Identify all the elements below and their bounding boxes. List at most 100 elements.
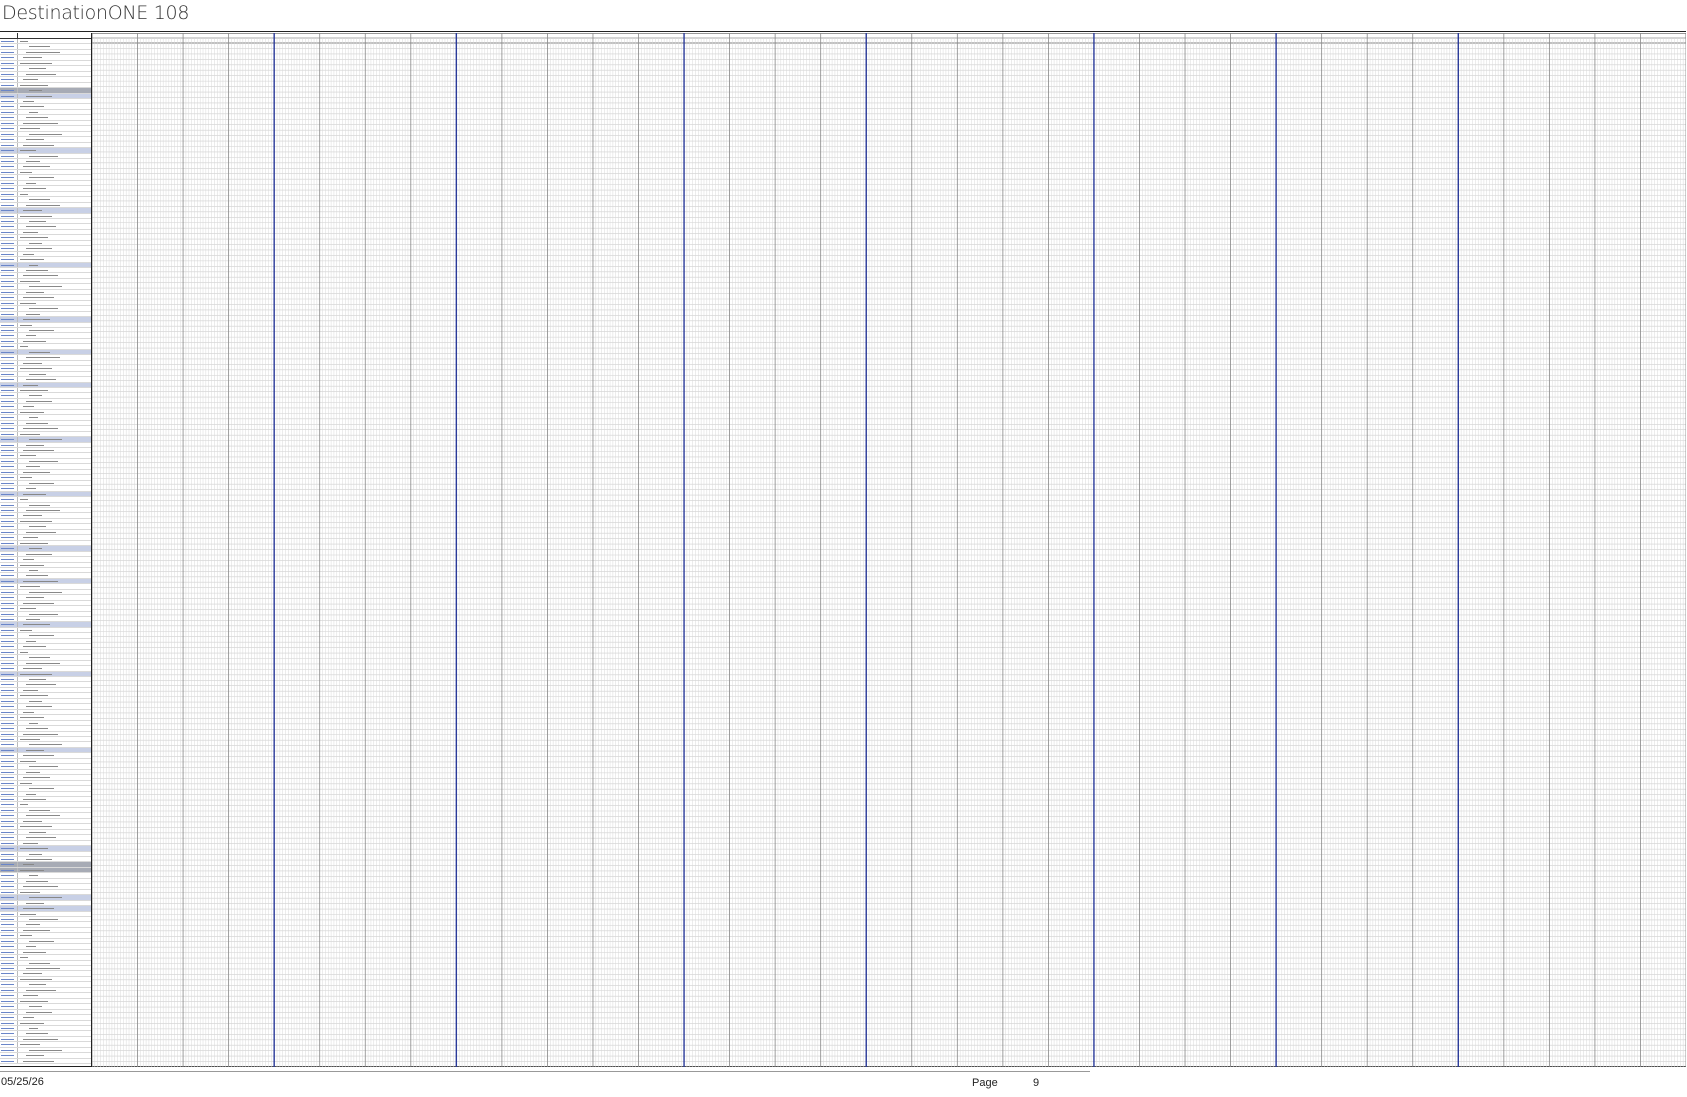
row-code-cell <box>0 742 18 747</box>
row-code-cell <box>0 191 18 197</box>
row-code-cell <box>0 202 18 208</box>
row-code-cell <box>0 458 18 464</box>
row-code-cell <box>0 404 18 409</box>
row-code-cell <box>0 300 18 306</box>
row-code-cell <box>0 502 18 507</box>
row-code-cell <box>0 764 18 769</box>
row-code-cell <box>0 71 18 77</box>
row-code-cell <box>0 1036 18 1042</box>
row-code-cell <box>0 235 18 240</box>
row-code-cell <box>0 453 18 458</box>
row-code-cell <box>0 284 18 289</box>
row-label-table <box>0 33 92 1067</box>
row-code-cell <box>0 584 18 589</box>
row-code-cell <box>0 606 18 611</box>
row-code-cell <box>0 420 18 426</box>
row-code-cell <box>0 295 18 300</box>
row-code-cell <box>0 388 18 393</box>
row-code-cell <box>0 469 18 475</box>
row-code-cell <box>0 698 18 704</box>
row-code-cell <box>0 349 18 355</box>
row-code-cell <box>0 317 18 322</box>
row-code-cell <box>0 873 18 878</box>
document-title: DestinationONE 108 <box>2 2 190 24</box>
row-code-cell <box>0 273 18 278</box>
row-code-cell <box>0 791 18 796</box>
row-code-cell <box>0 44 18 49</box>
row-code-cell <box>0 835 18 840</box>
row-code-cell <box>0 240 18 246</box>
row-code-cell <box>0 987 18 993</box>
row-code-cell <box>0 480 18 486</box>
row-code-cell <box>0 338 18 344</box>
row-code-cell <box>0 927 18 933</box>
row-code-cell <box>0 229 18 235</box>
row-code-cell <box>0 289 18 295</box>
row-code-cell <box>0 540 18 546</box>
row-code-cell <box>0 213 18 218</box>
row-code-cell <box>0 148 18 153</box>
row-code-cell <box>0 131 18 137</box>
description-column-header <box>18 33 91 38</box>
row-code-cell <box>0 884 18 889</box>
row-code-cell <box>0 524 18 529</box>
row-code-cell <box>0 562 18 567</box>
row-code-cell <box>0 246 18 251</box>
row-code-cell <box>0 867 18 873</box>
row-code-cell <box>0 186 18 191</box>
row-code-cell <box>0 55 18 60</box>
row-code-cell <box>0 993 18 998</box>
row-code-cell <box>0 262 18 268</box>
row-code-cell <box>0 1047 18 1053</box>
row-code-cell <box>0 158 18 164</box>
row-code-cell <box>0 862 18 867</box>
row-code-cell <box>0 169 18 175</box>
row-code-cell <box>0 251 18 257</box>
row-code-cell <box>0 98 18 104</box>
row-code-cell <box>0 780 18 786</box>
row-code-cell <box>0 109 18 115</box>
row-code-cell <box>0 747 18 753</box>
row-code-cell <box>0 60 18 66</box>
footer-rule <box>0 1071 1090 1072</box>
row-code-cell <box>0 949 18 955</box>
row-code-cell <box>0 824 18 829</box>
row-code-cell <box>0 775 18 780</box>
row-code-cell <box>0 677 18 682</box>
row-code-cell <box>0 268 18 273</box>
row-code-cell <box>0 682 18 687</box>
row-code-cell <box>0 437 18 442</box>
row-code-cell <box>0 464 18 469</box>
row-code-cell <box>0 933 18 938</box>
row-code-cell <box>0 82 18 88</box>
row-code-cell <box>0 311 18 317</box>
footer-page-label: Page <box>972 1077 998 1089</box>
row-code-cell <box>0 49 18 55</box>
row-code-cell <box>0 807 18 813</box>
row-code-cell <box>0 693 18 698</box>
row-code-cell <box>0 507 18 513</box>
row-code-cell <box>0 611 18 617</box>
row-code-cell <box>0 955 18 960</box>
row-code-cell <box>0 164 18 169</box>
row-code-cell <box>0 137 18 142</box>
row-code-cell <box>0 447 18 453</box>
row-code-cell <box>0 93 18 98</box>
row-code-cell <box>0 366 18 371</box>
row-code-cell <box>0 371 18 377</box>
row-code-cell <box>0 916 18 922</box>
row-code-cell <box>0 851 18 856</box>
row-code-cell <box>0 1009 18 1015</box>
row-code-cell <box>0 486 18 491</box>
row-code-cell <box>0 306 18 311</box>
code-column-header <box>0 33 18 38</box>
row-code-cell <box>0 415 18 420</box>
row-code-cell <box>0 360 18 366</box>
row-code-cell <box>0 328 18 333</box>
row-code-cell <box>0 409 18 415</box>
row-code-cell <box>0 377 18 382</box>
row-code-cell <box>0 911 18 916</box>
row-code-cell <box>0 769 18 775</box>
row-code-cell <box>0 1020 18 1026</box>
row-code-cell <box>0 398 18 404</box>
